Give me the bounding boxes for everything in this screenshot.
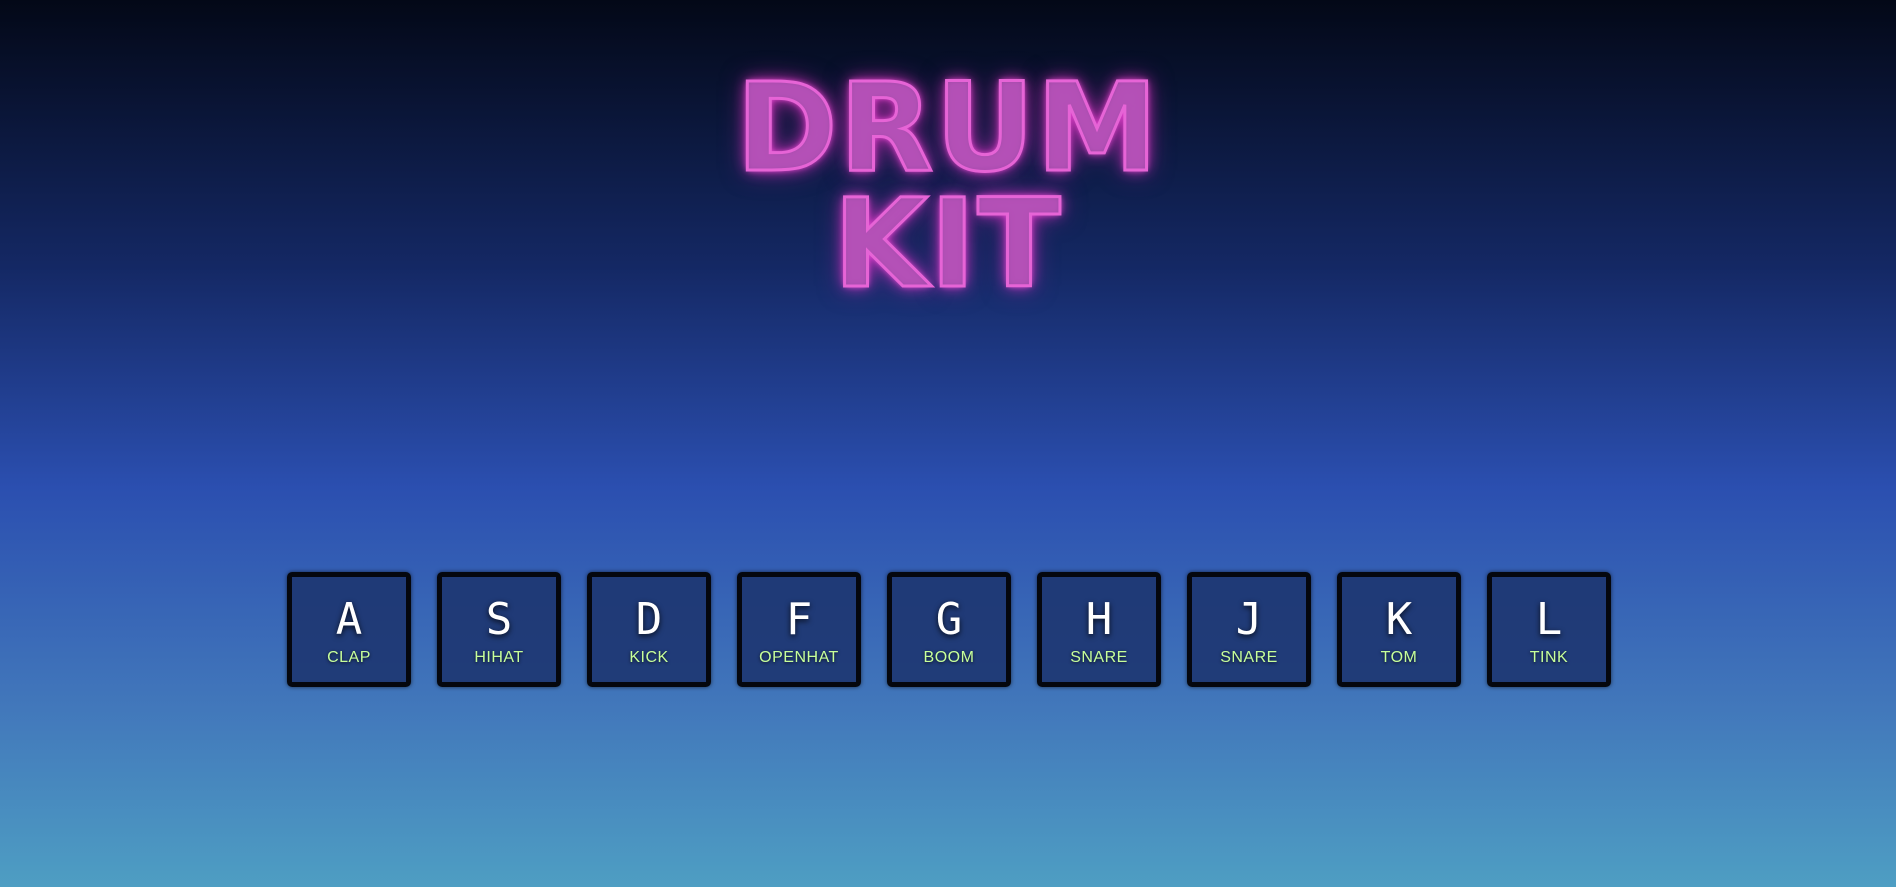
- drum-key-d[interactable]: D KICK: [587, 572, 711, 687]
- key-sound-label: SNARE: [1220, 649, 1278, 666]
- key-letter: A: [335, 594, 363, 645]
- key-letter: F: [785, 594, 813, 645]
- key-letter: G: [935, 594, 963, 645]
- key-sound-label: BOOM: [923, 649, 975, 666]
- key-sound-label: TOM: [1380, 649, 1418, 666]
- key-letter: D: [635, 594, 663, 645]
- key-letter: J: [1235, 594, 1263, 645]
- title-line-kit: KIT: [832, 173, 1063, 315]
- key-letter: L: [1535, 594, 1563, 645]
- key-letter: H: [1085, 594, 1113, 645]
- drum-key-a[interactable]: A CLAP: [287, 572, 411, 687]
- key-sound-label: KICK: [629, 649, 669, 666]
- drum-key-s[interactable]: S HIHAT: [437, 572, 561, 687]
- key-letter: K: [1385, 594, 1413, 645]
- drum-keys: A CLAP S HIHAT D KICK F OPENHAT G BOOM H…: [287, 572, 1611, 687]
- drum-key-l[interactable]: L TINK: [1487, 572, 1611, 687]
- title-line-drum: DRUM: [735, 57, 1160, 199]
- drum-key-h[interactable]: H SNARE: [1037, 572, 1161, 687]
- drum-key-f[interactable]: F OPENHAT: [737, 572, 861, 687]
- key-letter: S: [485, 594, 513, 645]
- drum-key-g[interactable]: G BOOM: [887, 572, 1011, 687]
- key-sound-label: CLAP: [327, 649, 371, 666]
- key-sound-label: HIHAT: [474, 649, 524, 666]
- drum-key-k[interactable]: K TOM: [1337, 572, 1461, 687]
- key-sound-label: SNARE: [1070, 649, 1128, 666]
- key-sound-label: TINK: [1529, 649, 1569, 666]
- key-sound-label: OPENHAT: [759, 649, 839, 666]
- drum-key-j[interactable]: J SNARE: [1187, 572, 1311, 687]
- page-title: DRUM KIT: [0, 57, 1896, 315]
